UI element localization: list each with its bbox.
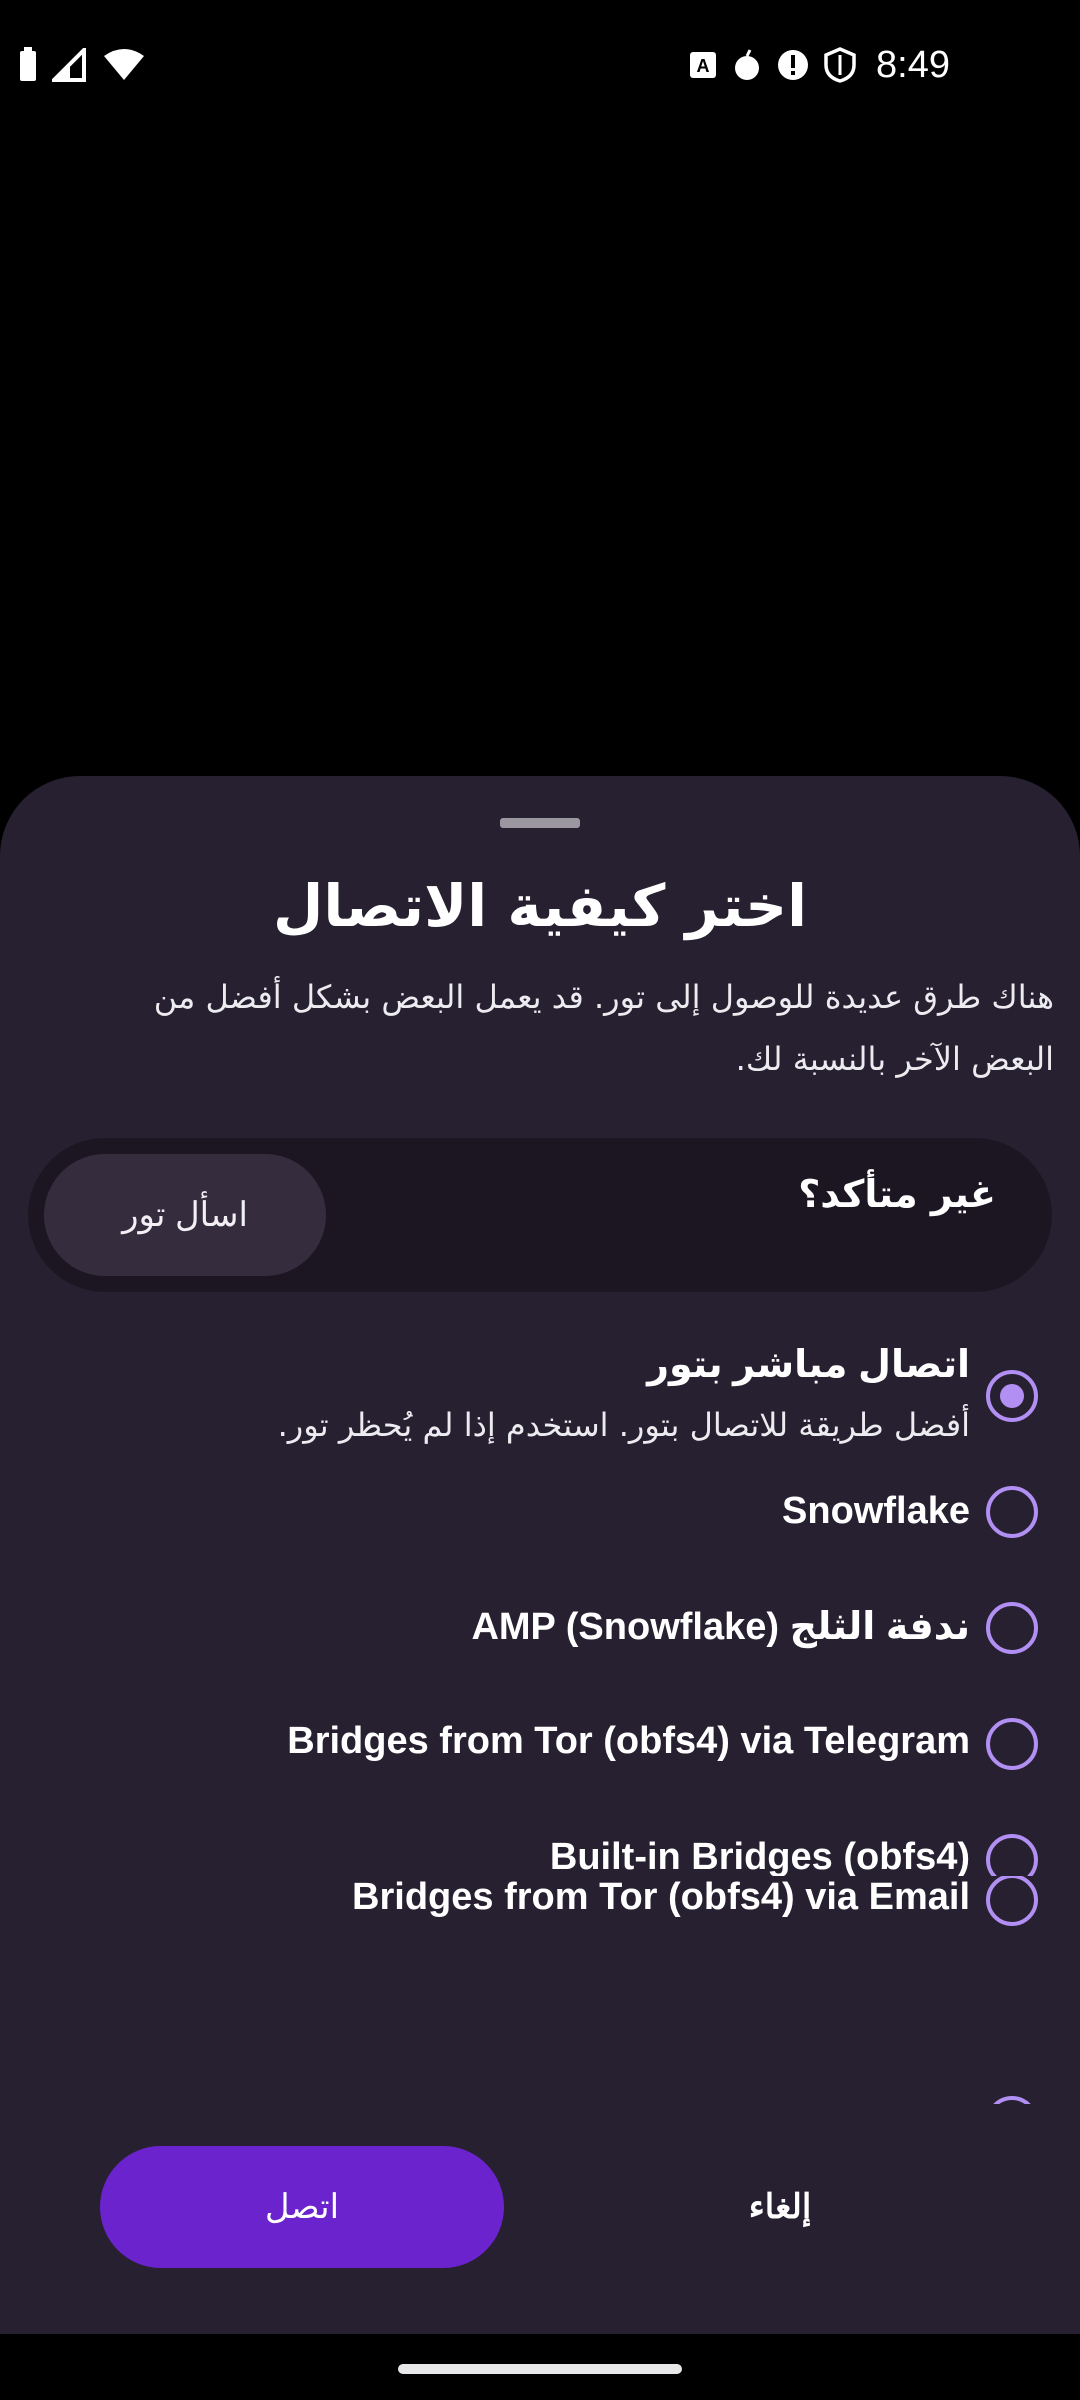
partial-radio-peek bbox=[986, 2096, 1038, 2104]
radio-button[interactable] bbox=[986, 1602, 1038, 1654]
option-direct[interactable]: اتصال مباشر بتور أفضل طريقة للاتصال بتور… bbox=[0, 1336, 1080, 1476]
text-notification-icon: A bbox=[688, 50, 718, 80]
option-label: Bridges from Tor (obfs4) via Telegram bbox=[287, 1720, 970, 1762]
ask-tor-card: غير متأكد؟ اسأل تور bbox=[28, 1138, 1052, 1292]
cancel-button[interactable]: إلغاء bbox=[640, 2146, 920, 2268]
svg-text:A: A bbox=[697, 56, 710, 76]
connection-options-list: اتصال مباشر بتور أفضل طريقة للاتصال بتور… bbox=[0, 1336, 1080, 1876]
sheet-title: اختر كيفية الاتصال bbox=[273, 872, 807, 940]
radio-button[interactable] bbox=[986, 1834, 1038, 1876]
option-snowflake[interactable]: Snowflake bbox=[0, 1486, 1080, 1586]
ask-tor-button[interactable]: اسأل تور bbox=[44, 1154, 326, 1276]
option-label: Snowflake bbox=[782, 1490, 970, 1532]
connection-bottom-sheet: اختر كيفية الاتصال هناك طرق عديدة للوصول… bbox=[0, 776, 1080, 2334]
option-label: Bridges from Tor (obfs4) via Email bbox=[352, 1876, 970, 1918]
vpn-shield-icon bbox=[824, 47, 856, 83]
home-indicator[interactable] bbox=[398, 2364, 682, 2374]
onion-icon bbox=[732, 48, 762, 82]
option-sublabel: أفضل طريقة للاتصال بتور. استخدم إذا لم ي… bbox=[277, 1406, 970, 1444]
connection-options-list-continued: Bridges from Tor (obfs4) via Email bbox=[0, 1876, 1080, 2096]
option-amp-snowflake[interactable]: ندفة الثلج (AMP (Snowflake bbox=[0, 1600, 1080, 1700]
radio-button[interactable] bbox=[986, 1876, 1038, 1926]
option-builtin-bridges[interactable]: Built-in Bridges (obfs4) bbox=[0, 1832, 1080, 1876]
radio-button[interactable] bbox=[986, 1486, 1038, 1538]
alert-icon bbox=[776, 48, 810, 82]
drag-handle[interactable] bbox=[500, 818, 580, 828]
option-label: ندفة الثلج (AMP (Snowflake bbox=[471, 1606, 970, 1648]
option-label: Built-in Bridges (obfs4) bbox=[549, 1836, 970, 1876]
status-right-icons: A 8:49 bbox=[688, 44, 950, 87]
status-bar: A 8:49 bbox=[0, 0, 1080, 130]
sheet-description: هناك طرق عديدة للوصول إلى تور. قد يعمل ا… bbox=[153, 978, 1054, 1078]
status-time: 8:49 bbox=[876, 43, 950, 86]
connect-button[interactable]: اتصل bbox=[100, 2146, 504, 2268]
option-email-bridges[interactable]: Bridges from Tor (obfs4) via Email bbox=[0, 1876, 1080, 1972]
status-left-icons bbox=[18, 47, 146, 83]
signal-icon bbox=[52, 48, 88, 82]
not-sure-label: غير متأكد؟ bbox=[798, 1172, 996, 1216]
option-telegram-bridges[interactable]: Bridges from Tor (obfs4) via Telegram bbox=[0, 1716, 1080, 1816]
option-label: اتصال مباشر بتور bbox=[647, 1344, 970, 1386]
radio-button[interactable] bbox=[986, 1718, 1038, 1770]
battery-icon bbox=[18, 47, 38, 83]
radio-button-selected[interactable] bbox=[986, 1370, 1038, 1422]
wifi-icon bbox=[102, 48, 146, 82]
